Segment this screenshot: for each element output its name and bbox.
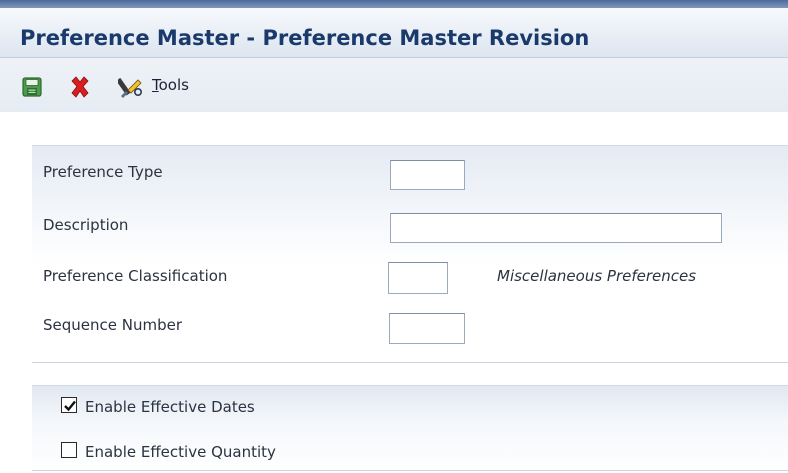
enable-effective-dates-label[interactable]: Enable Effective Dates — [85, 398, 255, 416]
preference-classification-description: Miscellaneous Preferences — [497, 267, 697, 285]
bottom-divider — [32, 470, 788, 471]
cancel-icon[interactable] — [68, 75, 90, 98]
sequence-number-field[interactable] — [389, 313, 465, 344]
enable-effective-quantity-label[interactable]: Enable Effective Quantity — [85, 443, 276, 461]
tools-menu[interactable]: Tools — [152, 76, 189, 94]
tools-icon[interactable] — [116, 74, 142, 98]
preference-classification-label: Preference Classification — [43, 267, 228, 285]
enable-effective-quantity-checkbox[interactable] — [61, 442, 77, 458]
checkmark-icon — [64, 400, 76, 412]
tools-label-rest: ools — [158, 76, 189, 94]
save-icon[interactable] — [21, 76, 43, 98]
enable-effective-dates-checkbox[interactable] — [61, 397, 77, 413]
description-field[interactable] — [390, 213, 722, 243]
toolbar: Tools — [0, 58, 788, 112]
page-title: Preference Master - Preference Master Re… — [20, 26, 590, 50]
title-bar: Preference Master - Preference Master Re… — [0, 8, 788, 58]
top-accent-bar — [0, 0, 788, 8]
preference-type-field[interactable] — [390, 160, 465, 190]
preference-type-label: Preference Type — [43, 163, 163, 181]
tools-accelerator: T — [152, 76, 159, 94]
preference-classification-field[interactable] — [388, 262, 448, 294]
description-label: Description — [43, 216, 129, 234]
sequence-number-label: Sequence Number — [43, 316, 183, 334]
